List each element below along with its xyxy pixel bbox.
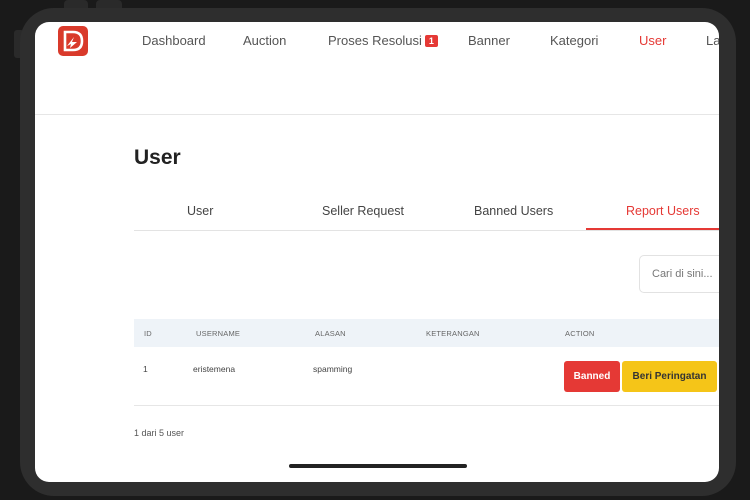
top-navbar: Dashboard Auction Proses Resolusi 1 Banne… [35,22,719,115]
brand-logo[interactable] [58,26,88,56]
column-header-keterangan: KETERANGAN [426,329,480,338]
app-screen: Dashboard Auction Proses Resolusi 1 Banne… [35,22,719,482]
logo-icon [63,30,84,52]
column-header-username: USERNAME [196,329,241,338]
table-row: 1 eristemena spamming Banned Beri Pering… [134,347,719,406]
cell-username: eristemena [193,364,236,374]
nav-banner[interactable]: Banner [468,33,510,48]
banned-button[interactable]: Banned [564,361,620,392]
cell-alasan: spamming [313,364,353,374]
nav-dashboard[interactable]: Dashboard [142,33,206,48]
column-header-alasan: ALASAN [315,329,346,338]
user-tabs: User Seller Request Banned Users Report … [134,192,719,231]
nav-proses-resolusi-label: Proses Resolusi [328,33,422,48]
tab-seller-request[interactable]: Seller Request [322,204,404,218]
active-tab-indicator [586,228,719,230]
table-header: ID USERNAME ALASAN KETERANGAN ACTION [134,319,719,347]
warn-button[interactable]: Beri Peringatan [622,361,717,392]
column-header-id: ID [144,329,152,338]
nav-kategori[interactable]: Kategori [550,33,598,48]
nav-truncated[interactable]: La [706,33,719,48]
home-indicator[interactable] [289,464,467,468]
tab-report-users[interactable]: Report Users [626,204,700,218]
column-header-action: ACTION [565,329,595,338]
search-input[interactable] [639,255,719,293]
pagination-count: 1 dari 5 user [134,428,185,438]
tab-banned-users[interactable]: Banned Users [474,204,553,218]
nav-auction[interactable]: Auction [243,33,286,48]
cell-id: 1 [143,364,148,374]
page-title: User [134,146,181,169]
tab-user[interactable]: User [187,204,213,218]
nav-proses-resolusi[interactable]: Proses Resolusi 1 [328,33,438,48]
notification-badge: 1 [424,35,438,47]
nav-user[interactable]: User [639,33,666,48]
